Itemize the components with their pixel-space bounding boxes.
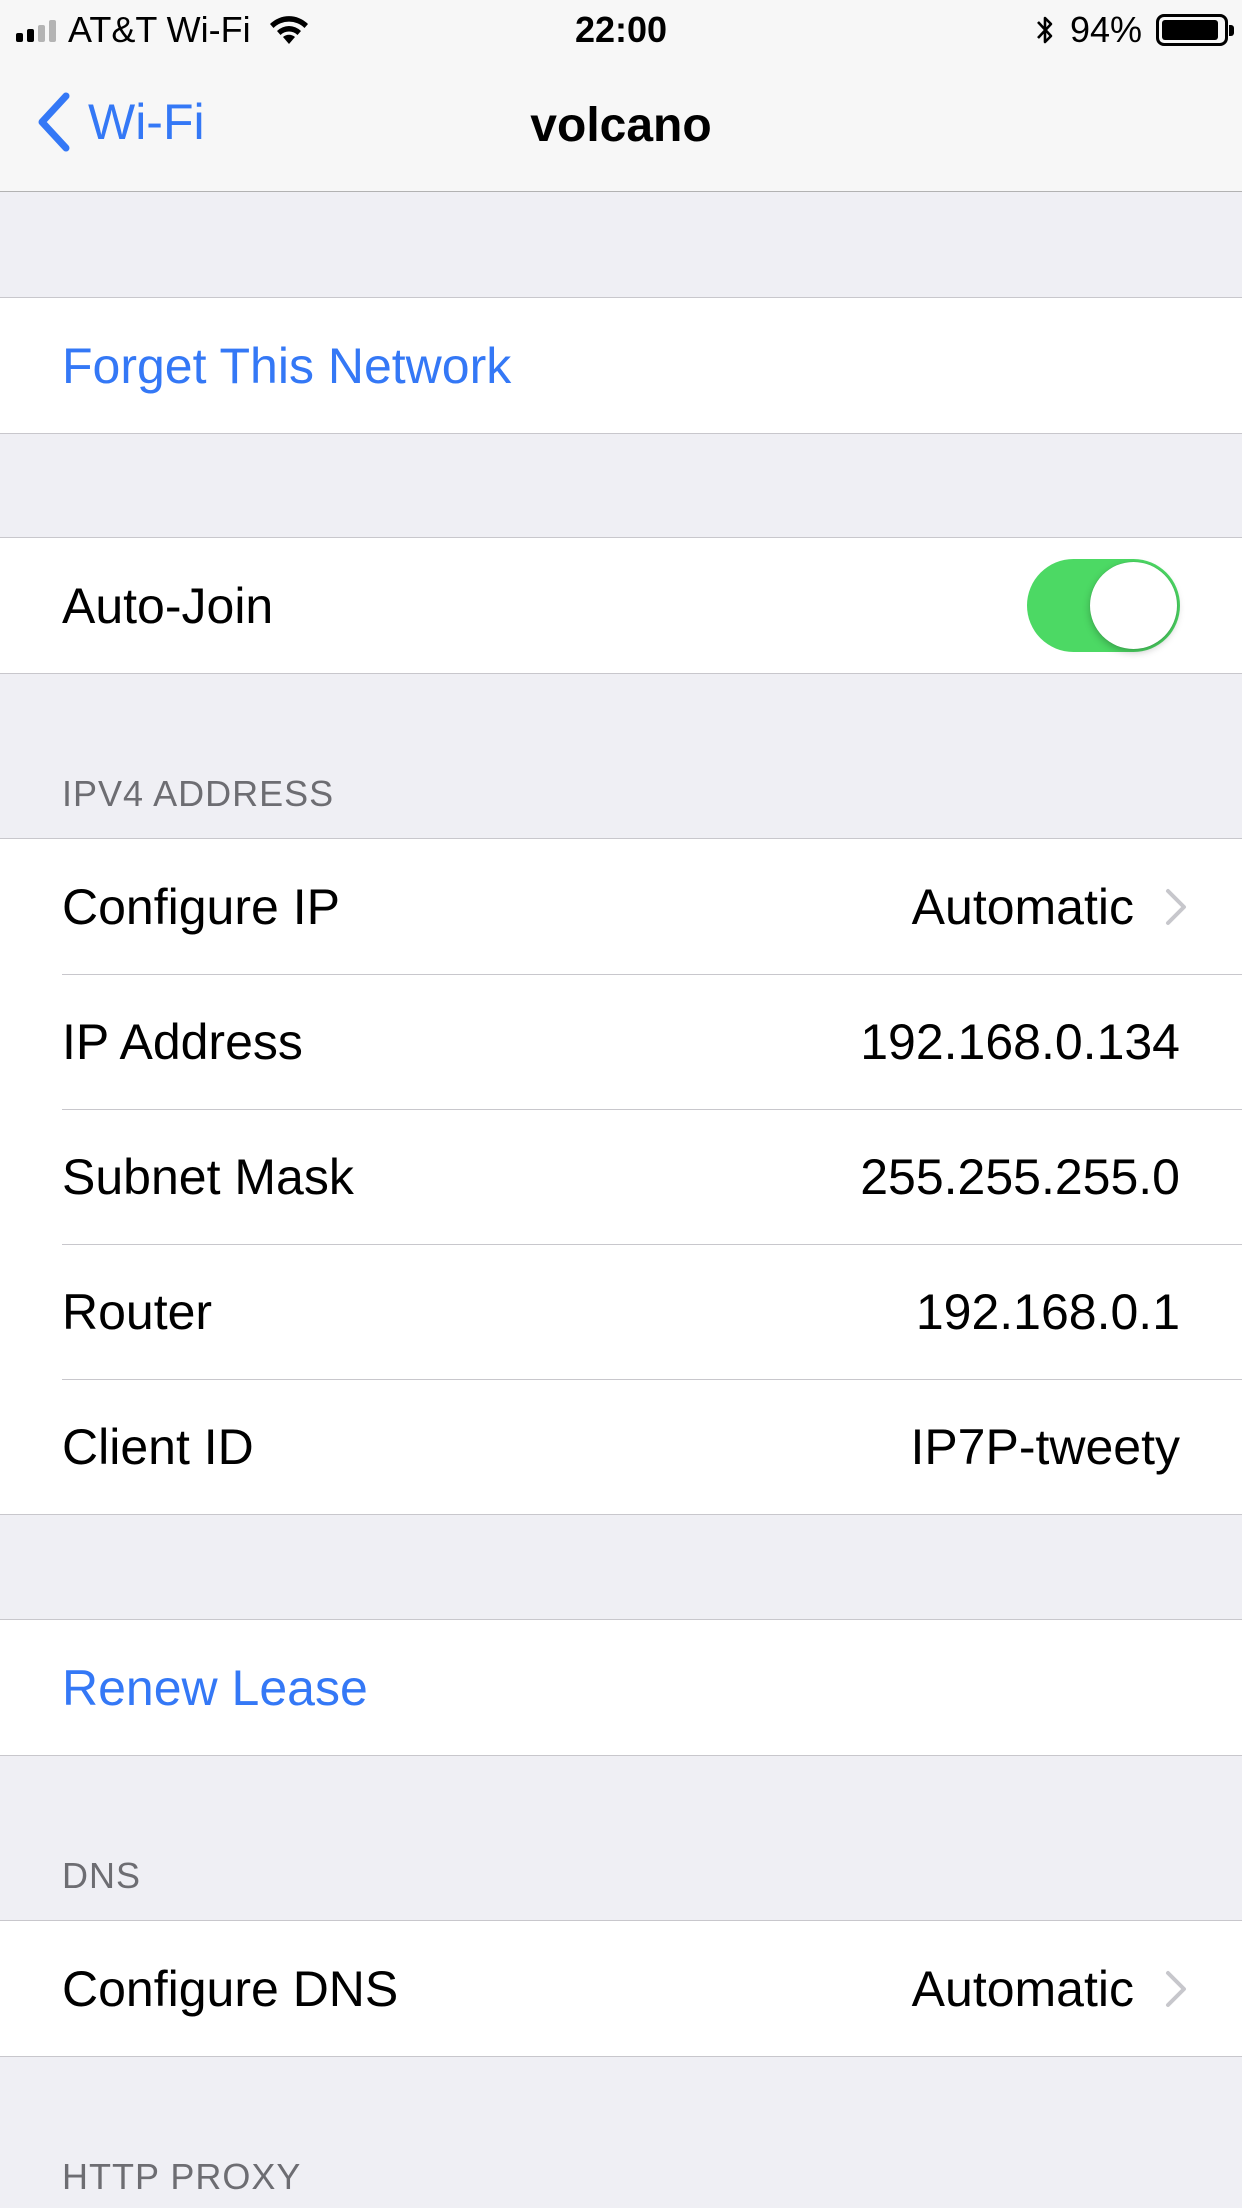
renew-lease-button[interactable]: Renew Lease <box>0 1620 1242 1755</box>
battery-fill <box>1162 20 1219 40</box>
auto-join-group: Auto-Join <box>0 537 1242 674</box>
status-bar: AT&T Wi-Fi 22:00 94% <box>0 0 1242 60</box>
auto-join-row: Auto-Join <box>0 538 1242 673</box>
router-value: 192.168.0.1 <box>915 1283 1180 1340</box>
page-title: volcano <box>530 99 712 152</box>
router-label: Router <box>62 1283 213 1340</box>
subnet-mask-row: Subnet Mask 255.255.255.0 <box>0 1109 1242 1244</box>
auto-join-label: Auto-Join <box>62 577 274 634</box>
client-id-row: Client ID IP7P-tweety <box>0 1379 1242 1514</box>
battery-percentage: 94% <box>1069 9 1142 50</box>
battery-icon <box>1156 14 1234 46</box>
ipv4-group: Configure IP Automatic IP Address 192.16… <box>0 838 1242 1515</box>
chevron-right-icon <box>1166 1970 1186 2007</box>
http-proxy-section-header: HTTP PROXY <box>62 2156 302 2197</box>
client-id-value: IP7P-tweety <box>910 1418 1180 1475</box>
forget-network-button[interactable]: Forget This Network <box>0 298 1242 433</box>
ip-address-row: IP Address 192.168.0.134 <box>0 974 1242 1109</box>
auto-join-toggle[interactable] <box>1027 559 1180 652</box>
chevron-right-icon <box>1166 888 1186 925</box>
subnet-mask-label: Subnet Mask <box>62 1148 354 1205</box>
bluetooth-icon <box>1036 16 1053 44</box>
renew-lease-label: Renew Lease <box>62 1659 368 1716</box>
subnet-mask-value: 255.255.255.0 <box>860 1148 1180 1205</box>
configure-ip-value: Automatic <box>911 878 1134 935</box>
configure-dns-row[interactable]: Configure DNS Automatic <box>0 1921 1242 2056</box>
configure-dns-value: Automatic <box>911 1960 1134 2017</box>
configure-ip-label: Configure IP <box>62 878 340 935</box>
toggle-knob <box>1090 562 1177 649</box>
ipv4-section-header: IPV4 ADDRESS <box>62 773 335 814</box>
router-row: Router 192.168.0.1 <box>0 1244 1242 1379</box>
renew-lease-group: Renew Lease <box>0 1619 1242 1756</box>
dns-section-header: DNS <box>62 1855 142 1896</box>
client-id-label: Client ID <box>62 1418 254 1475</box>
status-right: 94% <box>1034 8 1234 52</box>
navigation-bar: Wi-Fi volcano <box>0 60 1242 192</box>
ip-address-value: 192.168.0.134 <box>860 1013 1180 1070</box>
configure-ip-row[interactable]: Configure IP Automatic <box>0 839 1242 974</box>
forget-network-group: Forget This Network <box>0 297 1242 434</box>
dns-group: Configure DNS Automatic <box>0 1920 1242 2057</box>
configure-dns-label: Configure DNS <box>62 1960 399 2017</box>
forget-network-label: Forget This Network <box>62 337 512 394</box>
ip-address-label: IP Address <box>62 1013 303 1070</box>
